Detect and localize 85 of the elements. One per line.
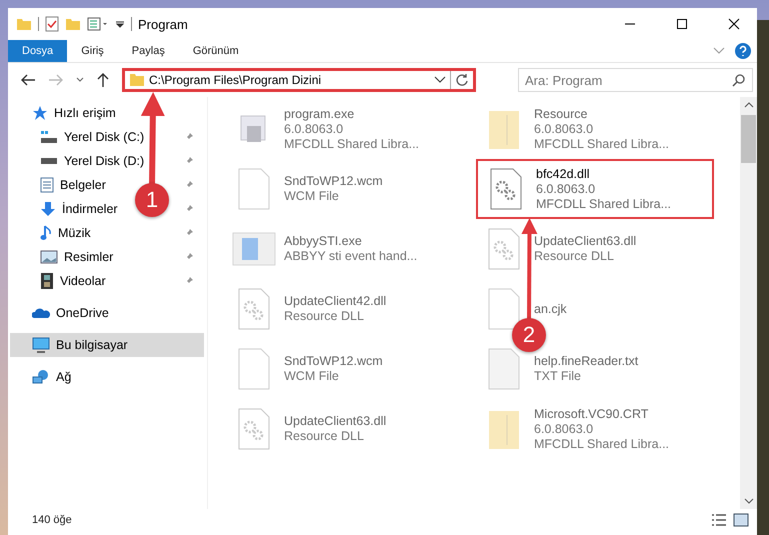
file-detail: 6.0.8063.0 (534, 422, 594, 436)
document-icon (40, 177, 54, 193)
ribbon-tab[interactable]: Görünüm (178, 40, 253, 62)
film-icon (40, 272, 54, 290)
file-name[interactable]: Microsoft.VC90.CRT (534, 406, 670, 422)
file-detail: MFCDLL Shared Libra... (536, 196, 672, 212)
nav-item[interactable]: İndirmeler (62, 202, 118, 216)
checklist-icon[interactable] (45, 16, 59, 32)
cloud-icon (32, 307, 50, 319)
file-name[interactable]: an.cjk (534, 302, 567, 316)
close-icon (728, 18, 740, 30)
address-field[interactable]: C:\Program Files\Program Dizini (122, 68, 476, 92)
file-detail: MFCDLL Shared Libra... (284, 136, 420, 152)
nav-item[interactable]: Belgeler (60, 178, 106, 192)
window-title: Program (138, 16, 188, 32)
star-icon (32, 105, 48, 121)
details-view-icon[interactable] (711, 513, 727, 527)
help-icon[interactable] (735, 43, 751, 59)
file-name[interactable]: AbbyySTI.exe (284, 234, 418, 249)
gear-file-icon (237, 287, 271, 331)
file-name[interactable]: help.fineReader.txt (534, 354, 638, 369)
computer-icon (32, 337, 50, 353)
file-icon (237, 167, 271, 211)
item-count: 140 öğe (32, 514, 72, 526)
file-name[interactable]: UpdateClient42.dll (284, 294, 386, 309)
ribbon-tab[interactable]: Dosya (8, 40, 68, 62)
network-icon (32, 369, 50, 385)
chevron-down-icon[interactable] (434, 76, 446, 84)
refresh-icon[interactable] (455, 73, 469, 87)
file-detail: WCM File (284, 189, 340, 204)
up-arrow-icon[interactable] (96, 72, 110, 88)
file-detail: WCM File (284, 369, 340, 384)
folder-icon (129, 72, 145, 88)
window-icon (232, 232, 276, 266)
caret-icon[interactable] (115, 19, 125, 29)
file-name[interactable]: SndToWP12.wcm (284, 354, 383, 369)
file-detail: ABBYY sti event hand... (284, 249, 418, 264)
file-name[interactable]: SndToWP12.wcm (284, 174, 383, 189)
scroll-down-icon[interactable] (744, 497, 754, 505)
chevron-down-icon[interactable] (76, 77, 84, 83)
file-detail: Resource DLL (534, 249, 615, 264)
back-arrow-icon[interactable] (20, 73, 36, 87)
file-detail: 6.0.8063.0 (536, 182, 596, 196)
gear-file-icon (237, 407, 271, 451)
search-field[interactable]: Ara: Program (518, 68, 753, 92)
ribbon-tab[interactable]: Paylaş (118, 40, 179, 62)
nav-item[interactable]: Ağ (10, 365, 204, 389)
download-arrow-icon (40, 201, 56, 217)
nav-item[interactable]: OneDrive (10, 301, 204, 325)
ribbon-tab[interactable]: Giriş (67, 40, 118, 62)
gear-file-icon (489, 167, 523, 211)
file-detail: 6.0.8063.0 (284, 122, 344, 136)
drive-icon (40, 158, 58, 164)
file-name[interactable]: Resource (534, 106, 670, 122)
file-icon (237, 347, 271, 391)
large-icons-view-icon[interactable] (733, 513, 749, 527)
file-name[interactable]: program.exe (284, 106, 420, 122)
scrollbar-thumb[interactable] (741, 115, 756, 163)
file-detail: MFCDLL Shared Libra... (534, 436, 670, 452)
nav-item[interactable]: Yerel Disk (C:) (64, 130, 144, 144)
picture-icon (40, 250, 58, 264)
nav-item[interactable]: Hızlı erişim (10, 101, 204, 125)
nav-item[interactable]: Müzik (58, 226, 91, 240)
nav-item[interactable]: Bu bilgisayar (10, 333, 204, 357)
gear-file-icon (487, 227, 521, 271)
nav-item[interactable]: Resimler (64, 250, 114, 264)
file-name[interactable]: bfc42d.dll (536, 166, 672, 182)
nav-item[interactable]: Videolar (60, 274, 106, 288)
file-detail: Resource DLL (284, 309, 365, 324)
properties-icon[interactable] (87, 16, 109, 32)
scroll-up-icon[interactable] (744, 101, 754, 109)
file-icon (487, 347, 521, 391)
file-name[interactable]: UpdateClient63.dll (534, 234, 636, 249)
maximize-icon (676, 18, 688, 30)
file-detail: TXT File (534, 369, 582, 384)
file-name[interactable]: UpdateClient63.dll (284, 414, 386, 429)
file-icon (487, 287, 521, 331)
highlighted-file-item[interactable]: bfc42d.dll 6.0.8063.0 MFCDLL Shared Libra... (476, 159, 714, 219)
search-icon (732, 73, 746, 87)
drive-icon (40, 130, 58, 144)
nav-item[interactable]: Yerel Disk (D:) (64, 154, 144, 168)
file-detail: 6.0.8063.0 (534, 122, 594, 136)
file-detail: MFCDLL Shared Libra... (534, 136, 670, 152)
music-note-icon (40, 225, 52, 241)
file-detail: Resource DLL (284, 429, 365, 444)
